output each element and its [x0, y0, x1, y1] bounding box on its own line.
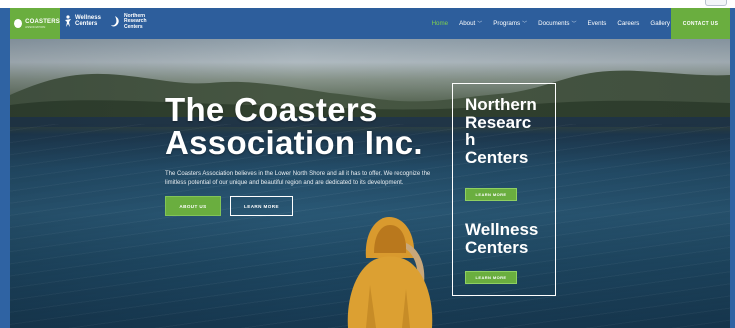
right-edge-bar — [730, 8, 735, 328]
contact-us-button[interactable]: CONTACT US — [671, 8, 730, 39]
wellness-figure-icon — [65, 15, 71, 27]
hero-description: The Coasters Association believes in the… — [165, 171, 431, 186]
northern-swirl-icon — [111, 15, 119, 27]
chevron-down-icon: ﹀ — [477, 21, 483, 27]
northern-logo[interactable]: Northern Research Centers — [110, 13, 147, 30]
nav-item-label: Programs — [493, 20, 521, 27]
nav-item-careers[interactable]: Careers — [617, 20, 639, 27]
learn-more-button[interactable]: LEARN MORE — [230, 196, 293, 216]
nav-item-label: Documents — [538, 20, 570, 27]
top-strip — [0, 0, 735, 8]
nav-item-programs[interactable]: Programs ﹀ — [493, 20, 527, 27]
hero-title-line2: Association Inc. — [165, 124, 423, 161]
nav-item-label: Gallery — [650, 20, 670, 27]
centers-panel: Northern Researc h Centers LEARN MORE We… — [452, 83, 556, 296]
nav-item-label: Home — [431, 20, 449, 27]
nav-item-events[interactable]: Events — [587, 20, 606, 27]
heading-line: Centers — [465, 147, 529, 167]
nav-item-label: Careers — [617, 20, 640, 27]
top-navigation: COASTERS ASSOCIATION Wellness Centers No… — [10, 8, 730, 39]
wellness-learn-more-button[interactable]: LEARN MORE — [465, 271, 517, 284]
coasters-logo-name: COASTERS — [25, 18, 60, 25]
chevron-down-icon: ﹀ — [571, 21, 577, 27]
nav-item-label: About — [459, 20, 476, 27]
wellness-logo[interactable]: Wellness Centers — [64, 15, 101, 27]
northern-research-heading: Northern Researc h Centers — [465, 96, 553, 166]
hero-title: The Coasters Association Inc. — [165, 93, 445, 159]
heading-line: Wellness — [465, 220, 539, 239]
main-menu: Home About ﹀ Programs ﹀ Documents ﹀ Events … — [432, 8, 670, 39]
coasters-logo[interactable]: COASTERS ASSOCIATION — [10, 8, 60, 39]
wellness-centers-heading: Wellness Centers — [465, 221, 553, 256]
heading-line: Researc — [465, 112, 532, 132]
nav-item-label: Events — [587, 20, 607, 27]
page-viewport: COASTERS ASSOCIATION Wellness Centers No… — [10, 8, 730, 328]
hero-title-line1: The Coasters — [165, 91, 378, 128]
scroll-tab[interactable] — [705, 0, 727, 6]
coasters-logo-sub: ASSOCIATION — [25, 24, 46, 29]
nav-item-gallery[interactable]: Gallery — [650, 20, 670, 27]
heading-line: Northern — [465, 95, 537, 114]
about-us-button[interactable]: ABOUT US — [165, 196, 221, 216]
nav-item-about[interactable]: About ﹀ — [459, 20, 482, 27]
chevron-down-icon: ﹀ — [522, 21, 528, 27]
heading-line: Centers — [465, 237, 529, 257]
nav-item-home[interactable]: Home — [432, 20, 449, 27]
wellness-logo-line2: Centers — [75, 21, 98, 27]
northern-logo-line3: Centers — [124, 23, 143, 30]
nav-item-documents[interactable]: Documents ﹀ — [538, 20, 576, 27]
heading-line: h — [465, 130, 476, 149]
person-icon — [347, 217, 433, 328]
northern-learn-more-button[interactable]: LEARN MORE — [465, 188, 517, 201]
logo-circle-icon — [14, 19, 23, 28]
